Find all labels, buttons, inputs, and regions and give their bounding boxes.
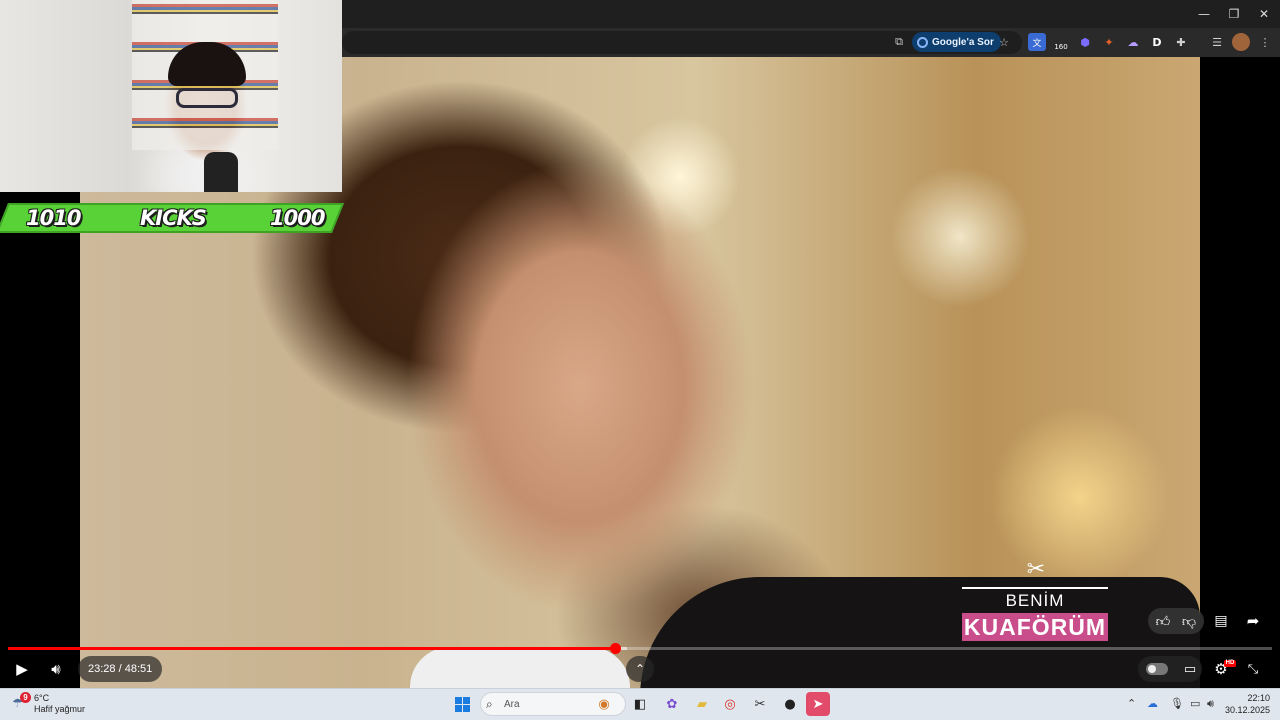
windows-logo-icon [463,697,470,704]
start-button[interactable] [455,697,470,712]
windows-logo-icon [455,697,462,704]
close-button[interactable]: ✕ [1248,0,1280,28]
volume-icon: 🔊︎ [51,660,61,678]
burger-widget-icon[interactable]: ◉ [592,692,616,716]
restore-icon: ❐ [1228,7,1240,21]
search-icon: ⌕ [486,697,493,711]
duration: 48:51 [124,663,153,675]
restore-button[interactable]: ❐ [1218,0,1250,28]
weather-description[interactable]: Hafif yağmur [34,704,85,714]
speaker-icon[interactable]: 🔊︎ [1207,697,1214,711]
play-icon: ▶ [16,660,28,678]
expand-chapters-button[interactable]: ⌃ [626,656,654,682]
progress-bar[interactable] [8,643,1272,654]
share-icon: ➦ [1246,612,1260,630]
watermark-divider [962,587,1108,589]
exit-fullscreen-button[interactable]: ⤡ [1242,658,1264,680]
search-placeholder: Ara [504,699,520,710]
current-time: 23:28 [88,663,116,675]
streamer-webcam [0,0,342,192]
chevron-up-icon: ⌃ [634,662,646,676]
progress-scrubber[interactable] [609,643,621,654]
ask-google-button[interactable]: Google'a Sor [912,32,1001,52]
clock-date[interactable]: 30.12.2025 [1218,705,1270,715]
google-lens-icon [917,36,928,48]
minimize-icon: — [1198,7,1210,21]
cloud-extension-icon[interactable]: ☁ [1124,33,1142,51]
network-icon[interactable]: ▭ [1190,697,1200,710]
cast-icon[interactable]: ⧉ [890,33,908,51]
file-explorer-icon[interactable]: ▰ [690,692,714,716]
microphone-icon[interactable]: 🎙︎ [1170,697,1184,710]
kicks-left-count: 1010 [26,206,81,230]
copilot-icon[interactable]: ✿ [660,692,684,716]
d-extension-icon[interactable]: D [1148,33,1166,51]
telegram-icon[interactable]: ➤ [806,692,830,716]
watermark-bottom-text: KUAFÖRÜM [962,613,1108,641]
share-button[interactable]: ➦ [1242,610,1264,632]
streamer-glasses [176,88,238,108]
ask-google-label: Google'a Sor [932,36,994,48]
windows-logo-icon [463,705,470,712]
screen: — ❐ ✕ ⧉ Google'a Sor ☆ 文 160 ⬢ ✦ ☁ D ✚ ☰… [0,0,1280,720]
scissors-icon: ✂ [1026,557,1046,582]
shield-extension-icon[interactable]: ⬢ [1076,33,1094,51]
chrome-icon[interactable]: ◎ [718,692,742,716]
exit-fullscreen-icon: ⤡ [1247,661,1259,677]
kicks-label: KICKS [140,206,207,230]
fox-extension-icon[interactable]: ✦ [1100,33,1118,51]
profile-avatar[interactable] [1232,33,1250,51]
weather-temperature[interactable]: 6°C [34,693,49,703]
counter-extension-icon[interactable]: 160 [1052,33,1070,51]
autoplay-toggle-knob [1148,665,1156,673]
windows-logo-icon [455,705,462,712]
kicks-right-count: 1000 [270,206,325,230]
comment-icon: ▤ [1214,613,1228,629]
hd-badge: HD [1224,660,1236,667]
like-button[interactable]: 👍︎ [1152,610,1174,632]
volume-button[interactable]: 🔊︎ [44,658,68,680]
clock-time[interactable]: 22:10 [1240,693,1270,703]
play-button[interactable]: ▶ [10,658,34,680]
weather-alert-badge: 9 [20,692,31,703]
extensions-puzzle-icon[interactable]: ✚ [1172,33,1190,51]
microphone [204,152,238,192]
channel-watermark: ✂ BENİM KUAFÖRÜM [962,557,1108,645]
tray-overflow-icon[interactable]: ⌃ [1127,697,1136,710]
game-app-icon[interactable]: ● [778,692,802,716]
progress-played [8,647,615,650]
close-icon: ✕ [1258,7,1270,21]
comments-button[interactable]: ▤ [1210,610,1232,632]
dislike-button[interactable]: 👎︎ [1178,610,1200,632]
browser-menu-icon[interactable]: ⋮ [1256,33,1274,51]
task-view-icon[interactable]: ◧ [628,692,652,716]
translate-extension-icon[interactable]: 文 [1028,33,1046,51]
minimize-button[interactable]: — [1188,0,1220,28]
captions-icon: ▭ [1183,661,1197,677]
media-control-icon[interactable]: ☰ [1208,33,1226,51]
time-separator: / [115,663,125,675]
watermark-top-text: BENİM [1005,591,1065,610]
bookmark-star-icon[interactable]: ☆ [995,33,1013,51]
video-subject-suit [640,577,1200,688]
captions-button[interactable]: ▭ [1180,658,1200,680]
thumbs-up-icon: 👍︎ [1155,613,1171,630]
thumbs-down-icon: 👎︎ [1181,613,1197,630]
extension-counter: 160 [1054,43,1068,51]
video-subject-collar [410,647,630,688]
onedrive-icon[interactable]: ☁ [1147,697,1158,710]
snipping-tool-icon[interactable]: ✂ [748,692,772,716]
time-display: 23:28 / 48:51 [78,656,163,682]
